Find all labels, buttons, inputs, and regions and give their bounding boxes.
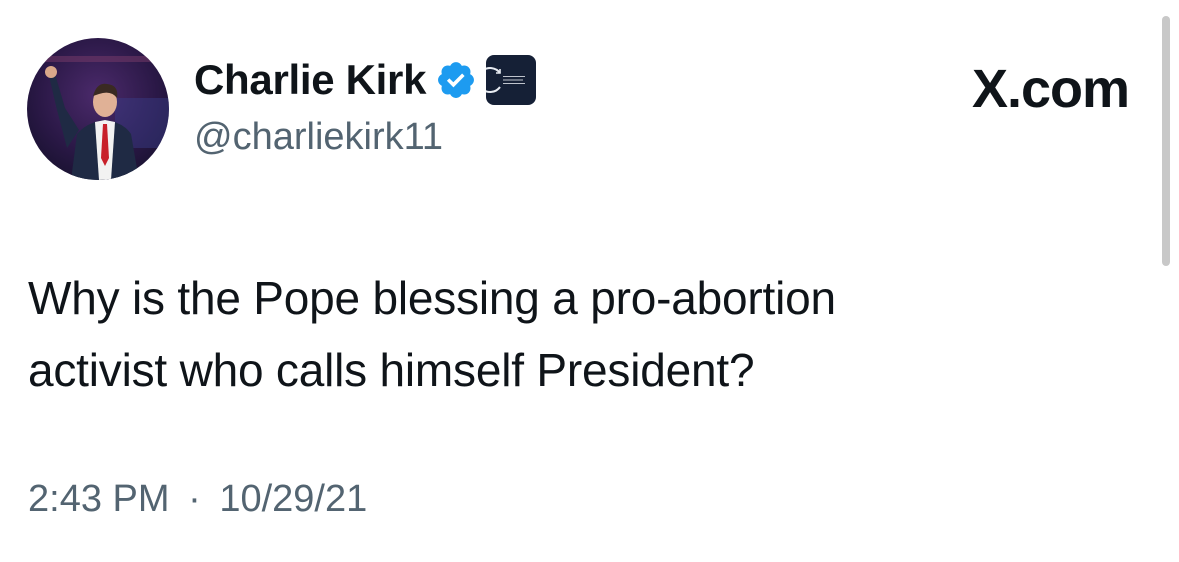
author-name-row: Charlie Kirk xyxy=(194,52,537,108)
avatar[interactable] xyxy=(27,38,169,180)
brand-text: X.com xyxy=(971,59,1130,119)
author-handle[interactable]: @charliekirk11 xyxy=(194,116,443,159)
tweet-time[interactable]: 2:43 PM xyxy=(28,478,170,520)
person-avatar-icon xyxy=(27,38,169,180)
tweet-card: Charlie Kirk @charliekirk11 X.com Why is… xyxy=(0,0,1179,562)
author-display-name[interactable]: Charlie Kirk xyxy=(194,56,426,104)
affiliate-badge[interactable] xyxy=(486,55,537,105)
timestamp-separator: · xyxy=(188,478,201,520)
scrollbar[interactable] xyxy=(1162,16,1170,266)
tweet-text-line: Why is the Pope blessing a pro-abortion xyxy=(28,272,836,324)
tweet-text-line: activist who calls himself President? xyxy=(28,344,755,396)
brand-label: X.com xyxy=(971,58,1130,120)
tweet-timestamp: 2:43 PM · 10/29/21 xyxy=(28,478,367,521)
turning-point-logo-icon xyxy=(486,67,526,93)
tweet-date[interactable]: 10/29/21 xyxy=(219,478,367,520)
verified-badge-icon[interactable] xyxy=(435,59,477,101)
tweet-text: Why is the Pope blessing a pro-abortion … xyxy=(28,262,1108,406)
